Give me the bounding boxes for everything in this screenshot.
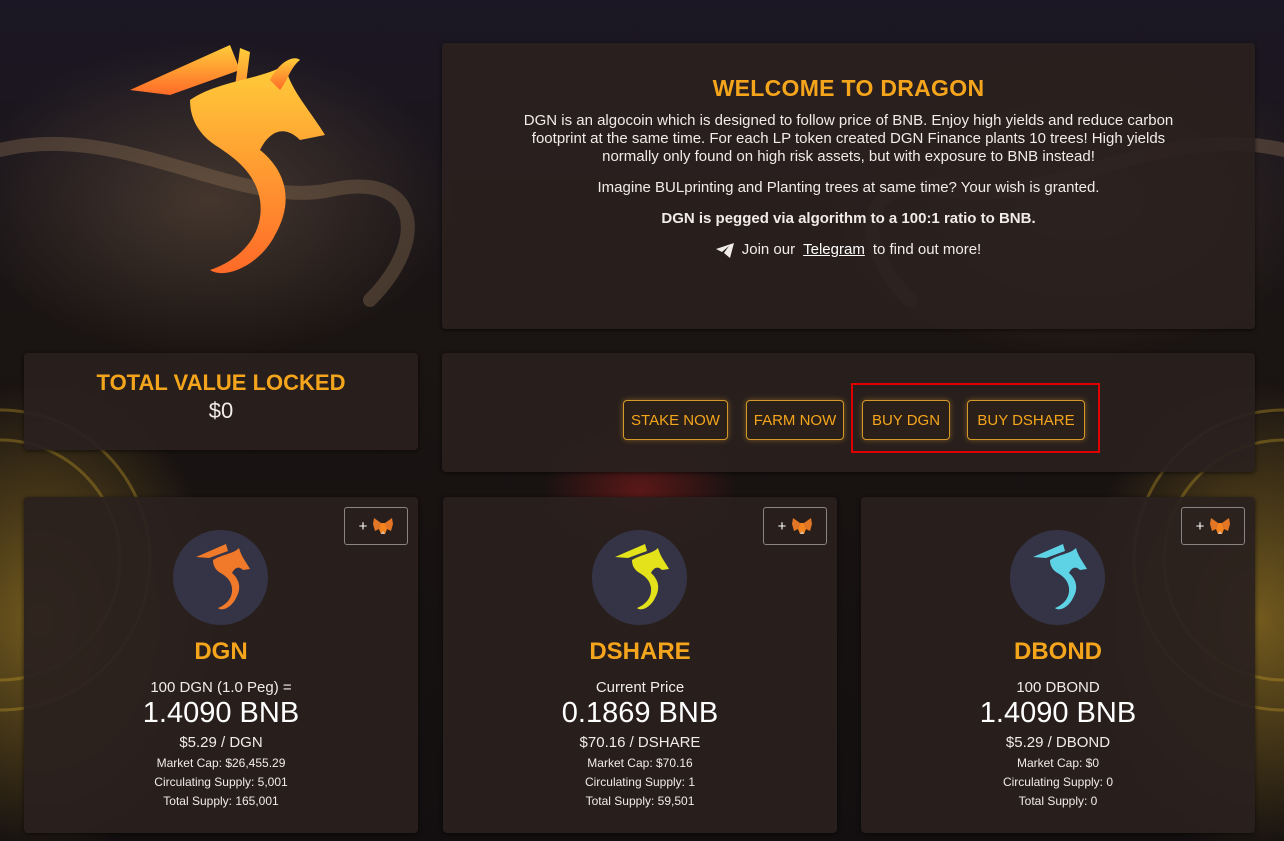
tvl-card: TOTAL VALUE LOCKED $0 — [24, 353, 418, 450]
add-to-metamask-button[interactable]: + — [344, 507, 408, 545]
farm-now-button[interactable]: FARM NOW — [746, 400, 844, 440]
plus-label: + — [1195, 517, 1205, 535]
welcome-description: DGN is an algocoin which is designed to … — [523, 112, 1174, 165]
telegram-prefix: Join our — [741, 241, 796, 258]
telegram-link[interactable]: Telegram — [803, 241, 865, 259]
metamask-fox-icon — [1210, 518, 1231, 534]
tvl-value: $0 — [208, 398, 234, 423]
token-price: 1.4090 BNB — [979, 697, 1137, 729]
telegram-suffix: to find out more! — [872, 241, 982, 258]
circulating-supply: Circulating Supply: 1 — [584, 775, 696, 789]
add-to-metamask-button[interactable]: + — [1181, 507, 1245, 545]
dbond-logo — [1010, 530, 1105, 625]
metamask-fox-icon — [792, 518, 813, 534]
token-price-label: 100 DBOND — [1016, 679, 1100, 696]
welcome-title: WELCOME TO DRAGON — [712, 75, 985, 101]
peg-statement: DGN is pegged via algorithm to a 100:1 r… — [661, 210, 1036, 227]
highlight-box — [851, 383, 1100, 453]
plus-label: + — [358, 517, 368, 535]
market-cap: Market Cap: $26,455.29 — [156, 756, 286, 770]
token-name: DGN — [194, 638, 248, 665]
token-usd-price: $5.29 / DBOND — [1005, 734, 1111, 751]
actions-card: STAKE NOW FARM NOW BUY DGN BUY DSHARE — [442, 353, 1255, 472]
total-supply: Total Supply: 59,501 — [585, 794, 695, 808]
welcome-card: WELCOME TO DRAGON DGN is an algocoin whi… — [442, 43, 1255, 329]
token-price-label: Current Price — [595, 679, 685, 696]
telegram-line: Join our Telegram to find out more! — [502, 241, 1195, 263]
tvl-title: TOTAL VALUE LOCKED — [96, 370, 346, 395]
market-cap: Market Cap: $70.16 — [587, 756, 693, 770]
plus-label: + — [777, 517, 787, 535]
add-to-metamask-button[interactable]: + — [763, 507, 827, 545]
token-price: 1.4090 BNB — [142, 697, 300, 729]
token-card-dshare: + DSHARE Current Price 0.1869 BNB $70.16… — [443, 497, 837, 833]
total-supply: Total Supply: 165,001 — [163, 794, 279, 808]
token-usd-price: $5.29 / DGN — [179, 734, 263, 751]
circulating-supply: Circulating Supply: 0 — [1002, 775, 1114, 789]
token-price-label: 100 DGN (1.0 Peg) = — [150, 679, 292, 696]
token-name: DBOND — [1014, 638, 1102, 665]
welcome-tagline: Imagine BULprinting and Planting trees a… — [597, 179, 1100, 196]
stake-now-button[interactable]: STAKE NOW — [623, 400, 728, 440]
dgn-logo — [173, 530, 268, 625]
dshare-logo — [592, 530, 687, 625]
token-name: DSHARE — [589, 638, 691, 665]
token-card-dbond: + DBOND 100 DBOND 1.4090 BNB $5.29 / DBO… — [861, 497, 1255, 833]
metamask-fox-icon — [373, 518, 394, 534]
total-supply: Total Supply: 0 — [1018, 794, 1098, 808]
paper-plane-icon — [715, 242, 734, 258]
circulating-supply: Circulating Supply: 5,001 — [154, 775, 288, 789]
dragon-logo — [110, 40, 330, 290]
market-cap: Market Cap: $0 — [1016, 756, 1100, 770]
token-usd-price: $70.16 / DSHARE — [579, 734, 701, 751]
token-price: 0.1869 BNB — [561, 697, 719, 729]
token-card-dgn: + DGN 100 DGN (1.0 Peg) = 1.4090 BNB $5.… — [24, 497, 418, 833]
